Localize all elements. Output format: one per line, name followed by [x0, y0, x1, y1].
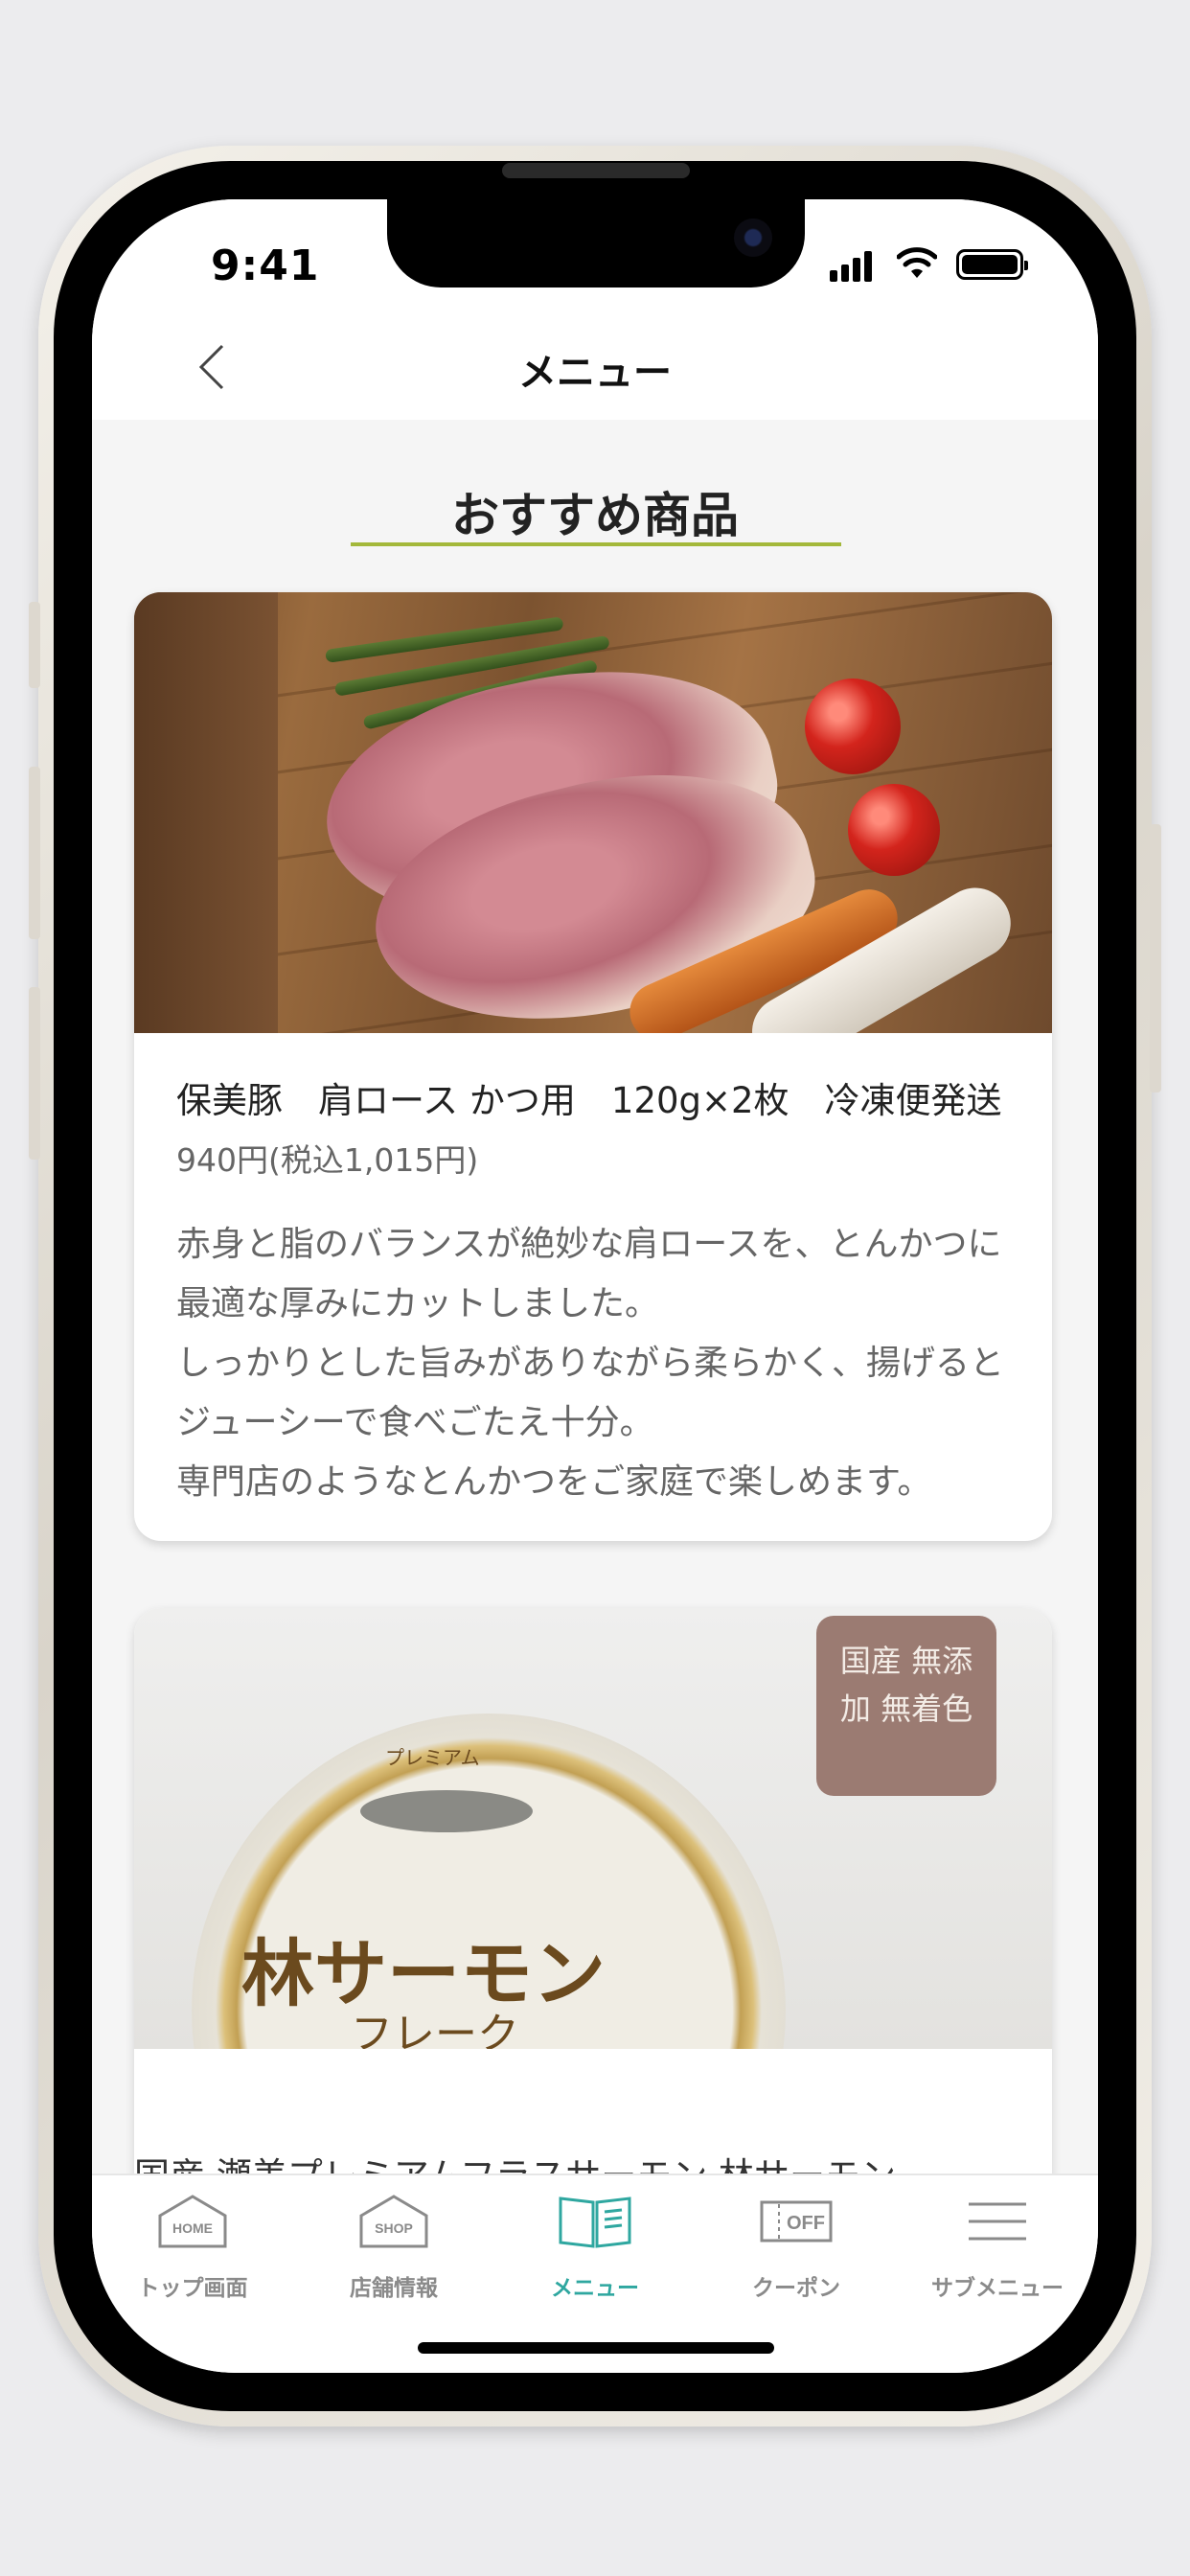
status-bar: 9:41	[92, 199, 1098, 314]
battery-icon	[956, 249, 1028, 280]
tab-coupon[interactable]: OFF クーポン	[696, 2193, 897, 2302]
product-card[interactable]: 保美豚 肩ロース かつ用 120g×2枚 冷凍便発送 940円(税込1,015円…	[134, 592, 1052, 1541]
mute-switch	[29, 602, 40, 688]
wifi-icon	[897, 247, 937, 278]
notch	[387, 199, 805, 288]
tab-label: サブメニュー	[931, 2276, 1064, 2301]
can-label-top: プレミアム	[385, 1746, 480, 1769]
product-image-pork	[134, 592, 1052, 1033]
tab-label: トップ画面	[137, 2276, 248, 2301]
tab-label: クーポン	[752, 2276, 840, 2301]
product-description: 赤身と脂のバランスが絶妙な肩ロースを、とんかつに最適な厚みにカットしました。 し…	[176, 1225, 1005, 1502]
menu-book-icon	[559, 2196, 631, 2248]
badge-text: 国産 無添加 無着色	[839, 1643, 973, 1727]
product-image-salmon: プレミアム 林サーモン フレーク 国産 無添加 無着色	[134, 1608, 1052, 2049]
tab-label: 店舗情報	[350, 2276, 438, 2301]
earpiece-speaker	[502, 163, 690, 178]
section-title: おすすめ商品	[451, 488, 739, 543]
home-icon: HOME	[158, 2195, 227, 2248]
shop-icon: SHOP	[359, 2195, 428, 2248]
tab-label: メニュー	[551, 2276, 639, 2301]
product-name: 保美豚 肩ロース かつ用 120g×2枚 冷凍便発送	[176, 1080, 1002, 1121]
svg-text:SHOP: SHOP	[375, 2220, 413, 2236]
can-label-sub: フレーク	[351, 2010, 519, 2049]
product-price: 940円(税込1,015円)	[176, 1141, 479, 1179]
volume-up-button	[29, 767, 40, 939]
salmon-illustration	[360, 1790, 533, 1832]
origin-badge: 国産 無添加 無着色	[816, 1616, 996, 1796]
power-button	[1150, 824, 1161, 1092]
product-card[interactable]: プレミアム 林サーモン フレーク 国産 無添加 無着色	[134, 1608, 1052, 2174]
status-time: 9:41	[211, 242, 320, 290]
cellular-signal-icon	[830, 249, 878, 282]
tab-shop[interactable]: SHOP 店舗情報	[293, 2193, 494, 2302]
app-screen: 9:41 メニュー おすすめ商品 保美豚 肩ロース かつ用 120g×2枚 冷凍…	[92, 199, 1098, 2373]
scroll-content[interactable]: おすすめ商品 保美豚 肩ロース かつ用 120g×2枚 冷凍便発送 940円(税…	[92, 420, 1098, 2174]
volume-down-button	[29, 987, 40, 1160]
home-indicator[interactable]	[418, 2342, 774, 2354]
front-camera	[734, 218, 772, 257]
svg-text:OFF: OFF	[787, 2213, 825, 2234]
hamburger-icon	[969, 2202, 1026, 2241]
tab-menu[interactable]: メニュー	[494, 2193, 696, 2302]
coupon-icon: OFF	[760, 2200, 833, 2242]
tab-submenu[interactable]: サブメニュー	[897, 2193, 1098, 2302]
page-title: メニュー	[518, 351, 672, 395]
navigation-bar: メニュー	[92, 314, 1098, 420]
section-underline	[351, 542, 841, 546]
tab-top[interactable]: HOME トップ画面	[92, 2193, 293, 2302]
svg-text:HOME: HOME	[172, 2220, 213, 2236]
